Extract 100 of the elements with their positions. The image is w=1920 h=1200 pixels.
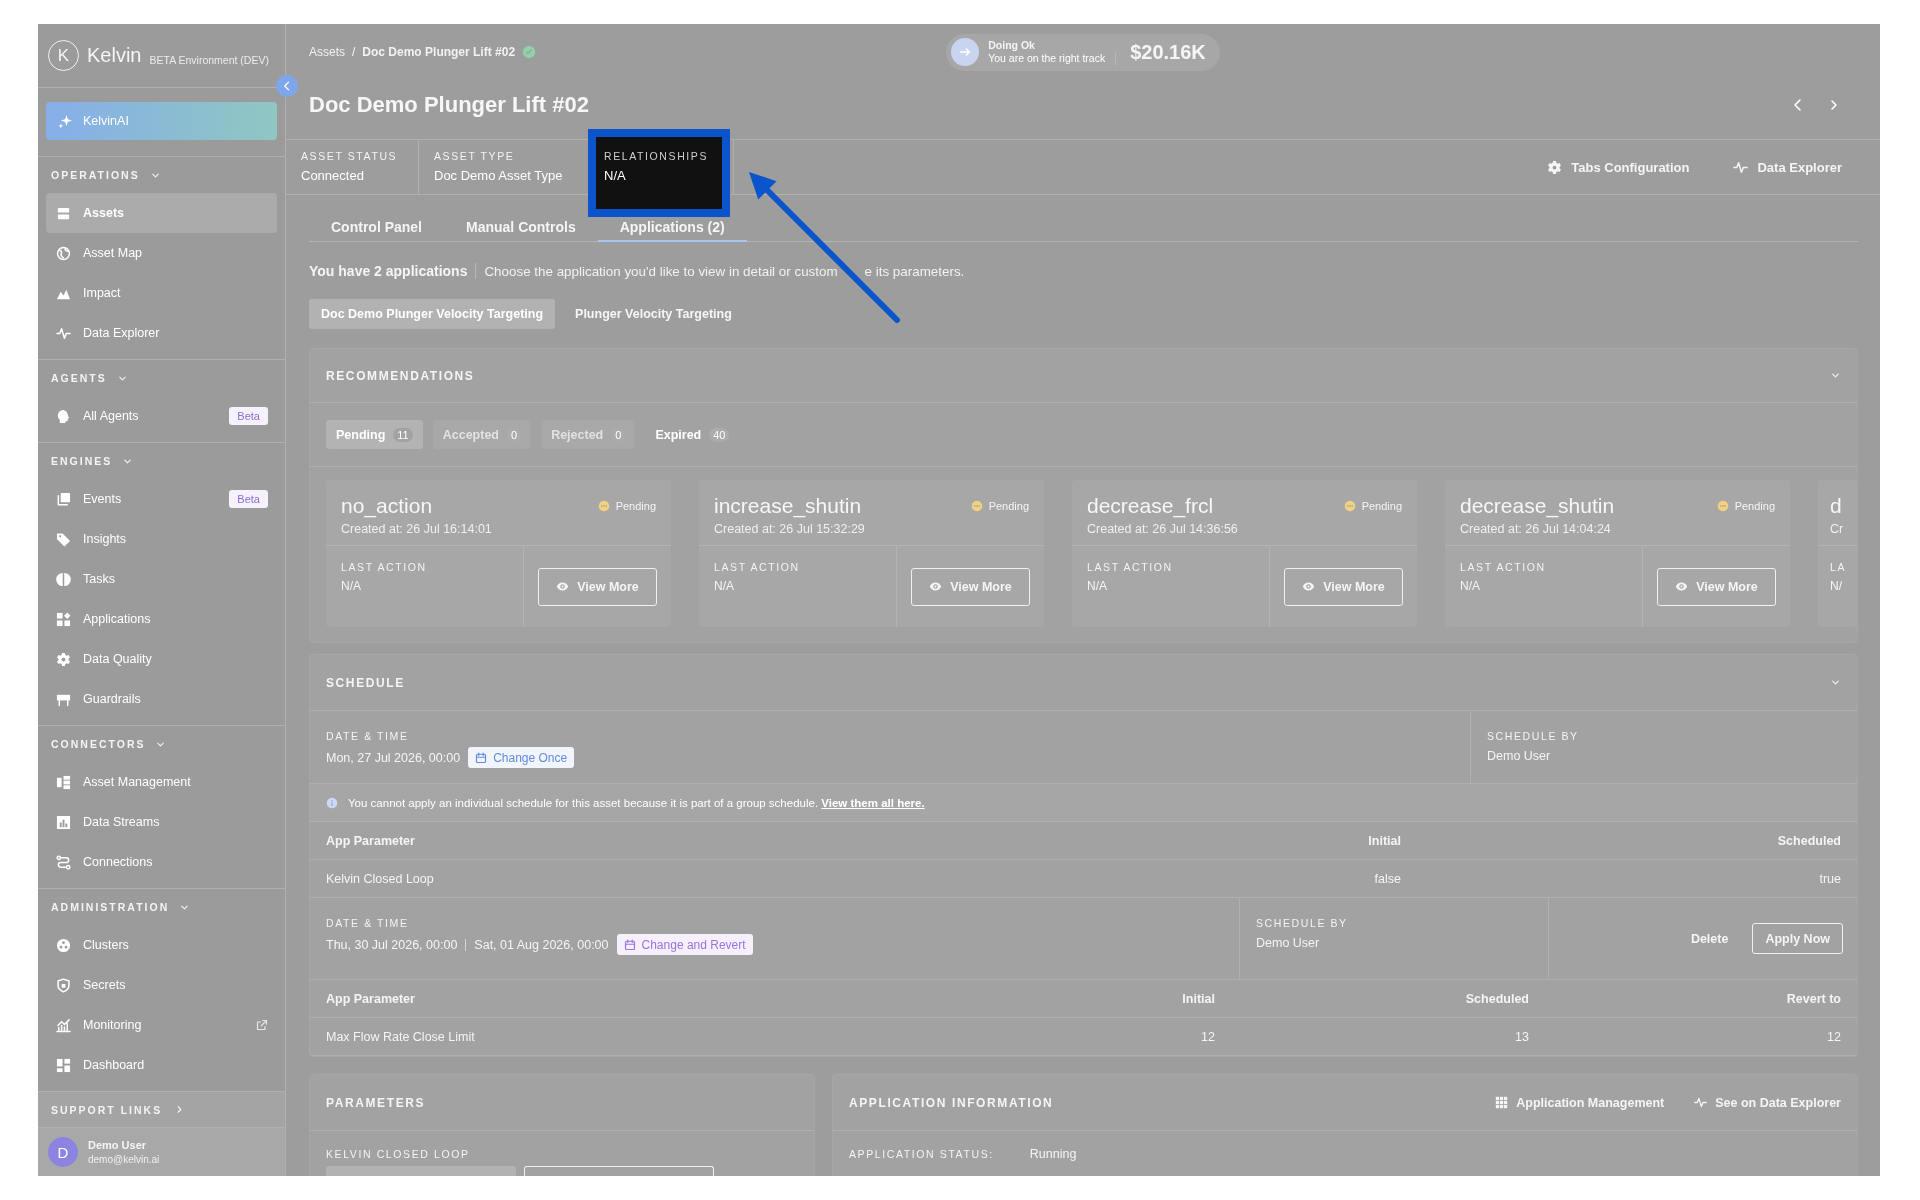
notice-text: You cannot apply an individual schedule for this asset because it is part of a group schedule. View them all here. xyxy=(348,796,925,809)
bar-chart-icon xyxy=(56,814,71,830)
view-more-button[interactable]: View More xyxy=(1284,567,1403,606)
toolbar-button[interactable]: Tabs Configuration xyxy=(1547,159,1690,175)
nav-item[interactable]: Asset Map xyxy=(46,233,277,273)
toolbar-button[interactable]: Data Explorer xyxy=(1733,159,1842,175)
date-text: Thu, 30 Jul 2026, 00:00 xyxy=(326,937,458,952)
table-cell-text: Kelvin Closed Loop xyxy=(326,871,435,886)
column-header: App Parameter xyxy=(326,991,416,1006)
filter-tab[interactable]: Expired 40 xyxy=(645,420,740,449)
created-text: Created at: 26 Jul 15:32:29 xyxy=(714,522,866,536)
view-all-link[interactable]: View them all here. xyxy=(821,796,925,809)
toolbar-button[interactable]: See on Data Explorer xyxy=(1694,1095,1841,1110)
nav-item[interactable]: Data Quality xyxy=(46,639,277,679)
nav-item[interactable]: Asset Management xyxy=(46,762,277,802)
view-more-button[interactable]: View More xyxy=(538,567,657,606)
count-label: 11 xyxy=(393,427,413,442)
panel-title: SCHEDULE xyxy=(326,675,405,690)
view-more-button[interactable]: View More xyxy=(911,567,1030,606)
created-text: Created at: 26 Jul 14:36:56 xyxy=(1087,522,1239,536)
field-label: LAST ACTION xyxy=(1087,561,1174,573)
nav-item[interactable]: Tasks xyxy=(46,559,277,599)
breadcrumb-link[interactable]: Doc Demo Plunger Lift #02 xyxy=(362,45,516,59)
nav-item[interactable]: Secrets xyxy=(46,965,277,1005)
field-value: N/A xyxy=(714,579,735,593)
change-button[interactable]: Change Once xyxy=(468,747,575,768)
field-label: APPLICATION STATUS: xyxy=(849,1148,994,1160)
select-field[interactable] xyxy=(524,1166,714,1176)
input-field[interactable] xyxy=(326,1166,516,1176)
eye-icon xyxy=(929,580,943,593)
section-title: ADMINISTRATION xyxy=(51,901,170,913)
delete-button[interactable]: Delete xyxy=(1690,931,1729,946)
globe-icon xyxy=(56,245,71,261)
field-label: RELATIONSHIPS xyxy=(604,150,710,162)
section-title: ENGINES xyxy=(51,455,113,467)
gear-icon xyxy=(56,651,71,667)
nav-item[interactable]: All Agents Beta xyxy=(46,396,277,436)
apply-button[interactable]: Apply Now xyxy=(1752,923,1843,954)
eye-icon xyxy=(1302,580,1316,593)
nav-item[interactable]: Connections xyxy=(46,842,277,882)
nav-item[interactable]: Dashboard xyxy=(46,1045,277,1085)
field-label: SCHEDULE BY xyxy=(1256,917,1349,929)
tab[interactable]: Applications (2) xyxy=(597,219,747,242)
panel-title: RECOMMENDATIONS xyxy=(326,368,475,383)
tab[interactable]: Control Panel xyxy=(309,219,444,242)
tab[interactable]: Manual Controls xyxy=(444,219,598,242)
column-header: App Parameter xyxy=(326,833,416,848)
view-more-button[interactable]: View More xyxy=(1657,567,1776,606)
created-text: Created at: 26 Jul 14:04:24 xyxy=(1460,522,1612,536)
nav-item[interactable]: Assets xyxy=(46,193,277,233)
nav-item[interactable]: Insights xyxy=(46,519,277,559)
ai-button[interactable]: KelvinAI xyxy=(46,102,277,140)
field-label: SCHEDULE BY xyxy=(1487,730,1580,742)
hint-text: Choose the application you'd like to view in detail or custom xyxy=(484,263,838,279)
date-text: Sat, 01 Aug 2026, 00:00 xyxy=(474,937,609,952)
status-label: Pending xyxy=(615,500,656,512)
nav-item[interactable]: Clusters xyxy=(46,925,277,965)
status-title: Doing Ok xyxy=(988,39,1036,52)
nav-item[interactable]: Events Beta xyxy=(46,479,277,519)
field-value: Running xyxy=(1029,1147,1077,1161)
field-value: N/A xyxy=(341,579,362,593)
nav-item[interactable]: Impact xyxy=(46,273,277,313)
beta-label: Beta xyxy=(229,407,268,425)
field-label: KELVIN CLOSED LOOP xyxy=(326,1148,471,1160)
application-tab[interactable]: Doc Demo Plunger Velocity Targeting xyxy=(309,299,556,329)
section-title: AGENTS xyxy=(51,372,107,384)
pulse-icon xyxy=(56,325,71,341)
status-label: Pending xyxy=(988,500,1029,512)
nav-item[interactable]: Monitoring xyxy=(46,1005,277,1045)
beta-label: Beta xyxy=(229,490,268,508)
sparkle-icon xyxy=(58,113,73,129)
column-header: Scheduled xyxy=(1464,991,1529,1006)
section-title: CONNECTORS xyxy=(51,738,146,750)
applications-count: You have 2 applications xyxy=(309,263,477,279)
field-value: Doc Demo Asset Type xyxy=(434,168,564,183)
field-label: LAST ACTION xyxy=(714,561,801,573)
breadcrumb-link[interactable]: Assets xyxy=(309,45,345,59)
nav-item[interactable]: Guardrails xyxy=(46,679,277,719)
pulse-icon xyxy=(1733,159,1749,175)
toolbar-button[interactable]: Application Management xyxy=(1495,1095,1665,1110)
field-value: Connected xyxy=(301,168,365,183)
status-label: Pending xyxy=(1734,500,1775,512)
nav-item[interactable]: Data Streams xyxy=(46,802,277,842)
filter-tab[interactable]: Pending 11 xyxy=(326,420,423,449)
card-title: decrease_frcl xyxy=(1087,494,1214,518)
user-name: Demo User xyxy=(88,1139,148,1151)
nav-item[interactable]: Data Explorer xyxy=(46,313,277,353)
gear-icon xyxy=(1547,159,1563,175)
panel-title: APPLICATION INFORMATION xyxy=(849,1095,1054,1110)
field-label: LAST ACTION xyxy=(341,561,428,573)
user-email: demo@kelvin.ai xyxy=(88,1154,160,1165)
nav-item[interactable]: Applications xyxy=(46,599,277,639)
application-tab[interactable]: Plunger Velocity Targeting xyxy=(563,299,744,329)
section-title: SUPPORT LINKS xyxy=(51,1103,163,1116)
status-value: $20.16K xyxy=(1129,40,1206,64)
collapse-button[interactable] xyxy=(276,75,298,97)
eye-icon xyxy=(556,580,570,593)
column-header: Initial xyxy=(1367,833,1401,848)
route-icon xyxy=(56,854,71,870)
change-button[interactable]: Change and Revert xyxy=(616,934,753,955)
